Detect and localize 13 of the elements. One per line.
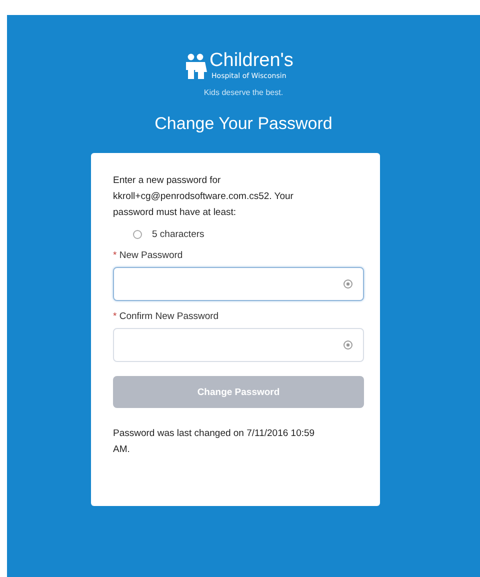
password-field[interactable] [113,328,364,362]
field-label: * Confirm New Password [113,311,220,322]
page-title: Change Your Password [154,114,332,134]
requirement-label: 5 characters [152,229,204,240]
password-field[interactable] [113,267,364,301]
show-password-icon[interactable] [343,340,353,350]
show-password-icon[interactable] [343,279,353,289]
instructions-text: Enter a new password for kkroll+cg@penrodsoftware.com.cs52. Your password must have at least: [113,174,294,220]
logo-name: Children's [210,50,294,72]
children-figures-icon [184,53,208,79]
tagline: Kids deserve the best. [204,88,284,97]
last-changed-text: Password was last changed on 7/11/2016 10:59 AM. [113,427,316,457]
field-label: * New Password [113,250,184,261]
